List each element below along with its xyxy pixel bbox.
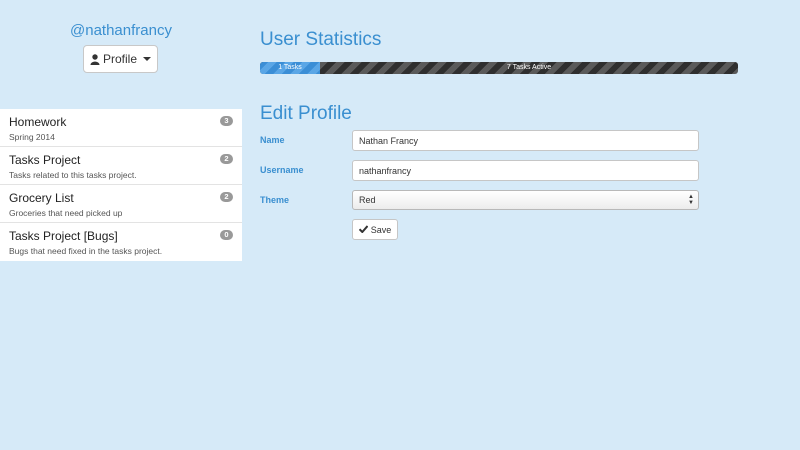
count-badge: 0 (220, 230, 233, 240)
list-item-title: Homework (9, 115, 67, 129)
select-arrows-icon: ▲ ▼ (688, 194, 694, 206)
list-item-title: Tasks Project [Bugs] (9, 229, 118, 243)
progress-active-segment: 7 Tasks Active (506, 64, 552, 71)
username-field[interactable] (352, 160, 699, 181)
username-label: Username (260, 165, 304, 175)
save-button-label: Save (370, 224, 392, 235)
list-item-grocery-list[interactable]: Grocery List Groceries that need picked … (0, 185, 242, 223)
username-heading: @nathanfrancy (70, 22, 172, 39)
profile-dropdown-button[interactable]: Profile (83, 45, 158, 73)
sidebar: @nathanfrancy Profile Homework Spring 20… (0, 0, 242, 450)
list-item-tasks-project-bugs[interactable]: Tasks Project [Bugs] Bugs that need fixe… (0, 223, 242, 261)
list-item-homework[interactable]: Homework Spring 2014 3 (0, 109, 242, 147)
count-badge: 2 (220, 192, 233, 202)
list-item-subtitle: Bugs that need fixed in the tasks projec… (9, 246, 163, 256)
name-field[interactable] (352, 130, 699, 151)
list-item-title: Grocery List (9, 191, 74, 205)
list-item-subtitle: Tasks related to this tasks project. (9, 170, 137, 180)
edit-profile-heading: Edit Profile (260, 103, 352, 124)
list-item-subtitle: Spring 2014 (9, 132, 55, 142)
list-item-tasks-project[interactable]: Tasks Project Tasks related to this task… (0, 147, 242, 185)
count-badge: 3 (220, 116, 233, 126)
list-item-subtitle: Groceries that need picked up (9, 208, 123, 218)
theme-select-value: Red (359, 195, 376, 205)
name-label: Name (260, 135, 285, 145)
caret-down-icon (143, 57, 151, 61)
theme-select[interactable]: Red ▲ ▼ (352, 190, 699, 210)
task-list: Homework Spring 2014 3 Tasks Project Tas… (0, 109, 242, 261)
list-item-title: Tasks Project (9, 153, 81, 167)
profile-button-label: Profile (102, 52, 137, 66)
stats-heading: User Statistics (260, 29, 382, 50)
checkmark-icon (358, 224, 368, 235)
count-badge: 2 (220, 154, 233, 164)
theme-label: Theme (260, 195, 290, 205)
progress-done-segment: 1 Tasks (260, 62, 320, 74)
save-button[interactable]: Save (352, 219, 398, 240)
user-icon (90, 53, 100, 65)
task-progress-bar: 1 Tasks 7 Tasks Active (260, 62, 738, 74)
